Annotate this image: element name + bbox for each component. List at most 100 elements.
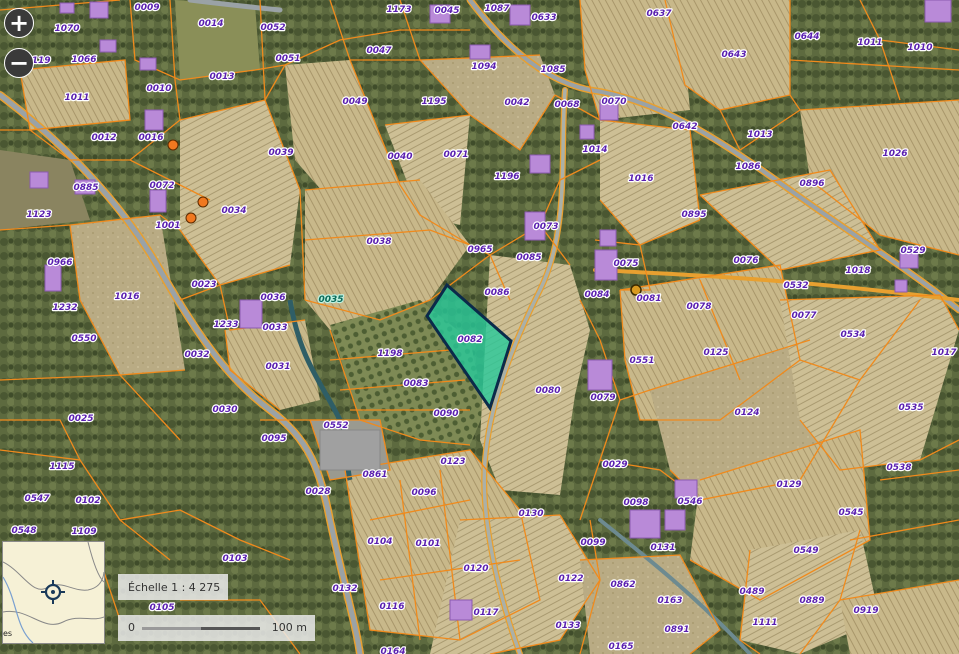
cadastral-map[interactable]: 00090014 00521173 0045 10870633 063710700013… (0, 0, 959, 654)
parcel-label: 0095 (261, 434, 286, 444)
parcel-label: 0105 (149, 603, 174, 613)
parcel-label: 0052 (260, 23, 285, 33)
parcel-label: 0891 (664, 625, 689, 635)
parcel-label: 0031 (265, 362, 290, 372)
parcel-label: 0042 (504, 98, 529, 108)
parcel-label: 1085 (540, 65, 565, 75)
parcel-label: 1086 (735, 162, 760, 172)
parcel-label: 0077 (791, 311, 817, 321)
parcel-label: 0086 (484, 288, 509, 298)
orange-dot-marker-icon[interactable] (167, 139, 179, 151)
parcel-label: 1018 (845, 266, 870, 276)
parcel-label: 0085 (516, 253, 541, 263)
parcel-label: 0637 (646, 9, 672, 19)
parcel-label: 0132 (332, 584, 357, 594)
parcel-label: 0550 (71, 334, 96, 344)
parcel-label: 0125 (703, 348, 728, 358)
parcel-label: 1013 (747, 130, 772, 140)
parcel-label: 1094 (471, 62, 496, 72)
parcel-label: 1066 (71, 55, 96, 65)
parcel-label: 0099 (580, 538, 605, 548)
parcel-label: 1115 (49, 462, 74, 472)
scale-bar-start: 0 (128, 621, 135, 634)
zoom-out-button[interactable]: − (4, 48, 34, 78)
parcel-label: 0038 (366, 237, 391, 247)
parcel-label: 0009 (134, 3, 159, 13)
parcel-label: 0073 (533, 222, 558, 232)
parcel-label: 0096 (411, 488, 436, 498)
parcel-label: 1195 (421, 97, 446, 107)
parcel-label: 0028 (305, 487, 330, 497)
parcel-label: 1109 (71, 527, 96, 537)
parcel-label: 0035 (318, 295, 343, 305)
parcel-label: 0010 (146, 84, 171, 94)
parcel-label: 0120 (463, 564, 488, 574)
parcel-label: 0534 (840, 330, 865, 340)
parcel-label: 0862 (610, 580, 635, 590)
parcel-label: 0040 (387, 152, 412, 162)
parcel-label: 1017 (931, 348, 957, 358)
parcel-label: 1111 (752, 618, 777, 628)
parcel-label: 1014 (582, 145, 607, 155)
overview-partial-label: es (3, 629, 12, 638)
parcel-label: 0552 (323, 421, 348, 431)
parcel-label: 0012 (91, 133, 116, 143)
parcel-label: 0122 (558, 574, 583, 584)
scale-bar: 0 100 m (118, 615, 315, 641)
overview-map[interactable]: es (2, 541, 105, 644)
parcel-label: 0133 (555, 621, 580, 631)
parcel-label: 0551 (629, 356, 654, 366)
parcel-label: 0549 (793, 546, 818, 556)
parcel-label: 0079 (590, 393, 615, 403)
parcel-label: 0076 (733, 256, 758, 266)
zoom-in-button[interactable]: + (4, 8, 34, 38)
parcel-label: 0123 (440, 457, 465, 467)
parcel-label: 0032 (184, 350, 209, 360)
parcel-label: 0116 (379, 602, 404, 612)
parcel-label: 0919 (853, 606, 878, 616)
parcel-label: 0861 (362, 470, 387, 480)
parcel-label: 1016 (628, 174, 653, 184)
parcel-label: 0117 (473, 608, 499, 618)
parcel-label: 0081 (636, 294, 661, 304)
parcel-label: 1123 (26, 210, 51, 220)
parcel-label: 0889 (799, 596, 824, 606)
scale-ratio: Échelle 1 : 4 275 (118, 574, 228, 600)
parcel-label: 0546 (677, 497, 702, 507)
parcel-label: 0034 (221, 206, 246, 216)
parcel-label: 1233 (213, 320, 238, 330)
parcel-label: 1070 (54, 24, 79, 34)
parcel-label: 0072 (149, 181, 174, 191)
parcel-label: 0535 (898, 403, 923, 413)
parcel-label: 0966 (47, 258, 72, 268)
parcel-label: 0047 (366, 46, 392, 56)
parcel-label: 1011 (857, 38, 882, 48)
parcel-label: 0545 (838, 508, 863, 518)
parcel-label: 0965 (467, 245, 492, 255)
parcel-label: 0075 (613, 259, 638, 269)
parcel-label: 1001 (155, 221, 180, 231)
parcel-label: 0896 (799, 179, 824, 189)
parcel-label: 0023 (191, 280, 216, 290)
parcel-label: 0538 (886, 463, 911, 473)
parcel-label: 0633 (531, 13, 556, 23)
parcel-label: 0104 (367, 537, 392, 547)
parcel-label: 0016 (138, 133, 163, 143)
parcel-label: 0101 (415, 539, 440, 549)
parcel-label: 0548 (11, 526, 36, 536)
scale-bar-end: 100 m (271, 621, 307, 634)
parcel-label: 1016 (114, 292, 139, 302)
orange-dot-marker-icon[interactable] (185, 212, 197, 224)
parcel-label: 0049 (342, 97, 367, 107)
parcel-label: 0084 (584, 290, 609, 300)
orange-dot-marker-icon[interactable] (197, 196, 209, 208)
parcel-label: 0014 (198, 19, 223, 29)
parcel-label: 0131 (650, 543, 675, 553)
parcel-label: 0013 (209, 72, 234, 82)
parcel-label: 0124 (734, 408, 759, 418)
parcel-label: 0547 (24, 494, 50, 504)
parcel-label: 0080 (535, 386, 560, 396)
parcel-label: 0644 (794, 32, 819, 42)
parcel-label: 0532 (783, 281, 808, 291)
parcel-label: 0039 (268, 148, 293, 158)
